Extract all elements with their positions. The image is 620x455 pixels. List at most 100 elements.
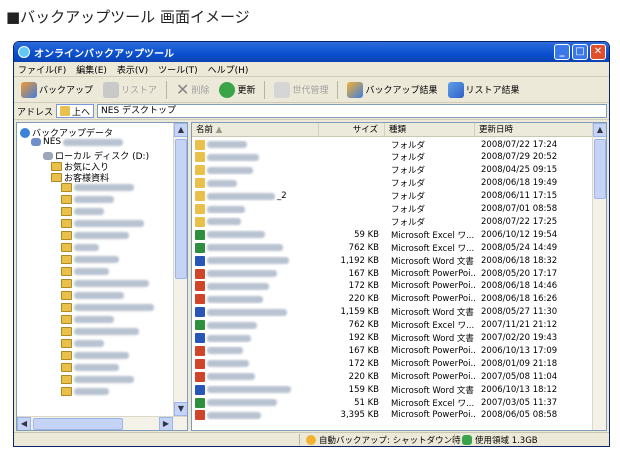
table-row[interactable]: 59 KB Microsoft Excel ワ... 2006/10/12 19:5… — [192, 229, 592, 241]
backup-result-button[interactable]: バックアップ結果 — [344, 80, 440, 100]
close-button[interactable]: ✕ — [590, 44, 606, 60]
restore-button[interactable]: リストア — [100, 80, 160, 100]
table-row[interactable]: 220 KB Microsoft PowerPoi... 2008/06/18 16… — [192, 294, 592, 305]
tree-item[interactable] — [61, 375, 134, 384]
scroll-up-icon[interactable]: ▲ — [174, 123, 187, 137]
tree-item[interactable] — [61, 351, 129, 360]
scroll-thumb[interactable] — [33, 418, 123, 430]
tree-node-nes[interactable]: NES — [31, 137, 124, 147]
file-type-cell: Microsoft Excel ワ... — [391, 321, 475, 332]
folder-file-icon — [195, 191, 205, 202]
refresh-button[interactable]: 更新 — [216, 80, 258, 100]
restore-label: リストア — [121, 86, 158, 96]
table-row[interactable]: フォルダ 2008/07/22 17:24 — [192, 139, 592, 151]
tree-item[interactable] — [61, 231, 129, 240]
generation-button[interactable]: 世代管理 — [271, 80, 331, 100]
address-field[interactable]: NES デスクトップ — [97, 104, 608, 118]
tree-item[interactable] — [61, 207, 104, 216]
up-button[interactable]: 上へ — [56, 104, 95, 118]
tree-item[interactable] — [61, 255, 119, 264]
tree-item[interactable] — [61, 279, 149, 288]
file-size-cell: 172 KB — [348, 358, 379, 369]
word-file-icon — [195, 307, 205, 318]
file-name-cell — [192, 333, 319, 343]
status-bar: 自動バックアップ: シャットダウン時 使用領域 1.3GB — [14, 432, 609, 446]
menu-help[interactable]: ヘルプ(H) — [208, 63, 249, 76]
redacted-text — [74, 352, 129, 359]
redacted-text — [74, 196, 114, 203]
tree-item[interactable] — [61, 183, 134, 192]
table-row[interactable]: 1,192 KB Microsoft Word 文書 2008/06/18 18:3… — [192, 255, 592, 267]
redacted-text — [63, 138, 124, 146]
scroll-right-icon[interactable]: ▶ — [159, 417, 173, 430]
table-row[interactable]: 159 KB Microsoft Word 文書 2006/10/13 18:12 — [192, 384, 592, 396]
tree-item[interactable] — [61, 339, 104, 348]
tree-item[interactable] — [61, 303, 154, 312]
tree-item[interactable] — [61, 291, 124, 300]
file-name-cell — [192, 371, 319, 382]
list-vertical-scrollbar[interactable]: ▲ — [592, 123, 606, 430]
tree-vertical-scrollbar[interactable]: ▲ ▼ — [173, 123, 187, 416]
table-row[interactable]: 192 KB Microsoft Word 文書 2007/02/20 19:43 — [192, 333, 592, 344]
tree-item[interactable] — [61, 219, 144, 228]
column-type[interactable]: 種類 — [385, 123, 475, 136]
table-row[interactable]: 51 KB Microsoft Excel ワ... 2007/03/05 11:3… — [192, 397, 592, 409]
tree-item[interactable] — [61, 267, 109, 276]
scroll-thumb[interactable] — [175, 139, 187, 279]
menu-tools[interactable]: ツール(T) — [158, 63, 198, 76]
table-row[interactable]: 167 KB Microsoft PowerPoi... 2008/05/20 17… — [192, 268, 592, 279]
tree-item[interactable] — [61, 315, 114, 324]
menu-bar: ファイル(F) 編集(E) 表示(V) ツール(T) ヘルプ(H) — [14, 62, 609, 77]
table-row[interactable]: フォルダ 2008/07/22 17:25 — [192, 216, 592, 228]
scroll-thumb[interactable] — [594, 139, 606, 199]
tree-item[interactable] — [61, 195, 114, 204]
table-row[interactable]: 172 KB Microsoft PowerPoi... 2008/01/09 21… — [192, 358, 592, 369]
maximize-button[interactable]: □ — [572, 44, 588, 60]
ppt-file-icon — [195, 268, 205, 279]
table-row[interactable]: フォルダ 2008/04/25 09:15 — [192, 165, 592, 176]
file-list[interactable]: 名前 ▲ サイズ 種類 更新日時 フォルダ 2008/07/22 17:24 フォル… — [191, 122, 607, 431]
tree-item[interactable] — [61, 243, 99, 252]
scroll-down-icon[interactable]: ▼ — [174, 402, 187, 416]
column-date[interactable]: 更新日時 — [475, 123, 565, 136]
delete-button[interactable]: ✕ 削除 — [173, 78, 212, 101]
column-name[interactable]: 名前 ▲ — [192, 123, 319, 136]
folder-icon — [51, 162, 62, 171]
redacted-text — [74, 280, 149, 287]
scroll-up-icon[interactable]: ▲ — [593, 123, 606, 137]
file-type-cell: Microsoft Word 文書 — [391, 385, 474, 396]
redacted-text — [207, 399, 277, 406]
file-type-cell: Microsoft Excel ワ... — [391, 243, 475, 254]
backup-button[interactable]: バックアップ — [18, 80, 96, 100]
delete-icon: ✕ — [176, 80, 190, 99]
menu-view[interactable]: 表示(V) — [117, 63, 148, 76]
table-row[interactable]: フォルダ 2008/06/18 19:49 — [192, 178, 592, 189]
folder-tree[interactable]: バックアップデータ NES ローカル ディスク (D:) お気に入り お客様資料 — [16, 122, 188, 431]
scroll-left-icon[interactable]: ◀ — [17, 417, 31, 430]
table-row[interactable]: フォルダ 2008/07/29 20:52 — [192, 152, 592, 163]
file-date-cell: 2008/05/27 11:30 — [481, 307, 558, 318]
table-row[interactable]: 1,159 KB Microsoft Word 文書 2008/05/27 11:3… — [192, 307, 592, 318]
tree-item[interactable] — [61, 387, 109, 396]
table-row[interactable]: 3,395 KB Microsoft PowerPoi... 2008/06/05 … — [192, 410, 592, 421]
table-row[interactable]: 220 KB Microsoft PowerPoi... 2007/05/08 11… — [192, 371, 592, 382]
table-row[interactable]: 762 KB Microsoft Excel ワ... 2007/11/21 21:… — [192, 320, 592, 331]
file-date-cell: 2008/05/24 14:49 — [481, 242, 558, 253]
column-size[interactable]: サイズ — [319, 123, 385, 136]
restore-result-button[interactable]: リストア結果 — [445, 80, 523, 100]
minimize-button[interactable]: _ — [554, 44, 570, 60]
menu-edit[interactable]: 編集(E) — [76, 63, 107, 76]
table-row[interactable]: フォルダ 2008/07/01 08:58 — [192, 204, 592, 215]
menu-file[interactable]: ファイル(F) — [18, 63, 66, 76]
redacted-text — [74, 364, 119, 371]
tree-item[interactable] — [61, 363, 119, 372]
table-row[interactable]: 167 KB Microsoft PowerPoi... 2006/10/13 17… — [192, 345, 592, 356]
tree-horizontal-scrollbar[interactable]: ◀ ▶ — [17, 416, 187, 430]
table-row[interactable]: 762 KB Microsoft Excel ワ... 2008/05/24 14:… — [192, 242, 592, 254]
table-row[interactable]: 172 KB Microsoft PowerPoi... 2008/06/18 14… — [192, 281, 592, 292]
file-name-cell: _2 — [192, 191, 319, 202]
usage-label: 使用領域 1.3GB — [475, 436, 538, 446]
file-date-cell: 2008/07/01 08:58 — [481, 204, 558, 214]
tree-item[interactable] — [61, 327, 139, 336]
table-row[interactable]: _2 フォルダ 2008/06/11 17:15 — [192, 191, 592, 202]
